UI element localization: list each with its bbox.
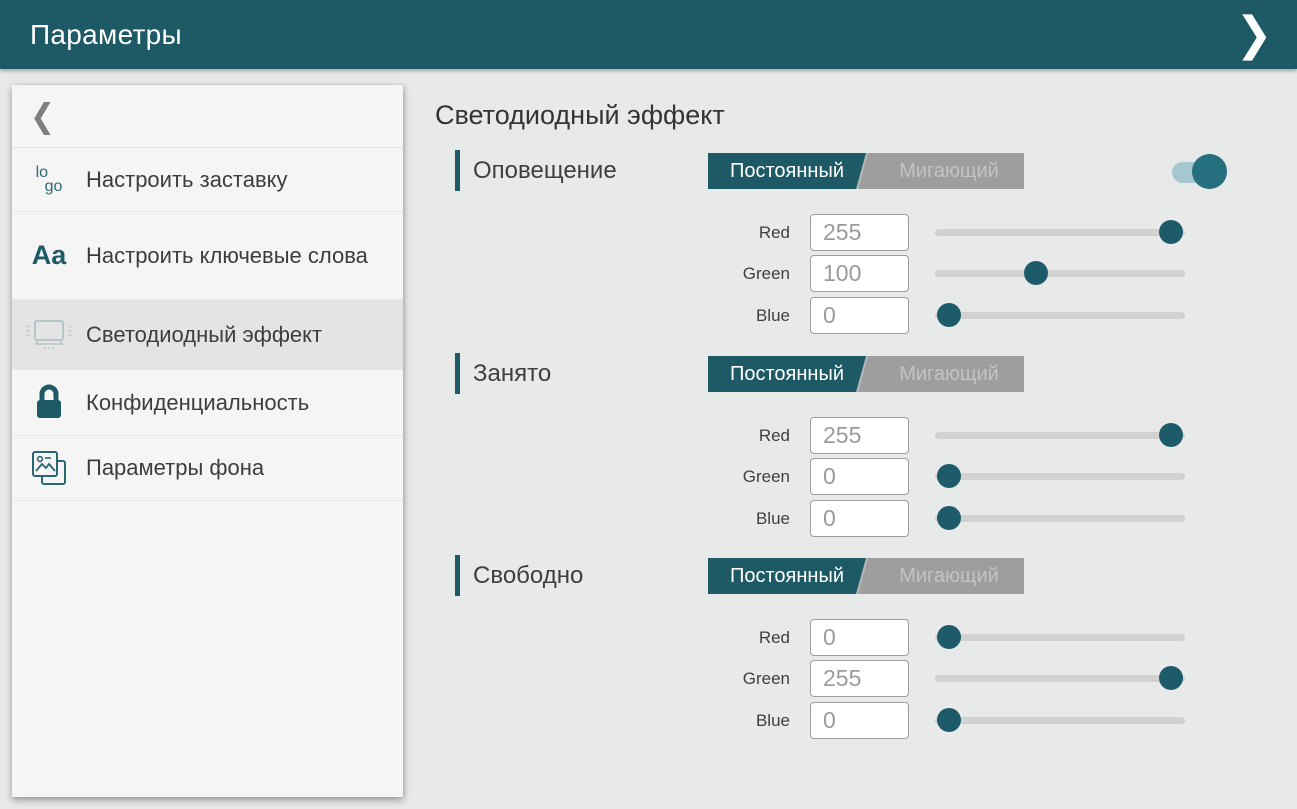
slider-thumb[interactable] (937, 506, 961, 530)
red-label: Red (670, 214, 790, 251)
keywords-aa-icon: Aa (12, 240, 86, 271)
sidebar-collapse-row[interactable]: ❮ (12, 85, 403, 148)
content-title: Светодиодный эффект (435, 100, 725, 131)
slider-track (935, 717, 1185, 724)
slider-track (935, 312, 1185, 319)
green-row: Green (435, 660, 1235, 697)
slider-thumb[interactable] (937, 303, 961, 327)
section-label: Оповещение (473, 152, 617, 189)
mode-toggle: Постоянный Мигающий (708, 153, 1024, 189)
section-label: Свободно (473, 557, 583, 594)
slider-thumb[interactable] (1159, 220, 1183, 244)
forward-chevron-icon[interactable]: ❯ (1229, 0, 1279, 71)
led-monitor-icon (12, 315, 86, 355)
switch-knob (1192, 154, 1227, 189)
blue-input[interactable] (810, 500, 909, 537)
background-images-icon (12, 448, 86, 488)
red-label: Red (670, 619, 790, 656)
sidebar-item-label: Параметры фона (86, 455, 381, 481)
green-row: Green (435, 458, 1235, 495)
slider-track (935, 432, 1185, 439)
blue-row: Blue (435, 702, 1235, 739)
sidebar-item-label: Настроить заставку (86, 167, 381, 193)
sidebar-item-screensaver[interactable]: lo go Настроить заставку (12, 148, 403, 212)
green-slider[interactable] (935, 255, 1185, 292)
sidebar-item-led-effect[interactable]: Светодиодный эффект (12, 300, 403, 370)
toggle-option-constant[interactable]: Постоянный (708, 356, 866, 392)
section-label: Занято (473, 355, 551, 392)
slider-thumb[interactable] (1024, 261, 1048, 285)
red-input[interactable] (810, 619, 909, 656)
slider-track (935, 473, 1185, 480)
page-title: Параметры (30, 19, 182, 51)
section-accent-bar (455, 150, 460, 191)
red-row: Red (435, 214, 1235, 251)
red-row: Red (435, 417, 1235, 454)
enable-switch[interactable] (1170, 154, 1226, 190)
blue-slider[interactable] (935, 702, 1185, 739)
green-label: Green (670, 660, 790, 697)
green-input[interactable] (810, 458, 909, 495)
settings-sidebar: ❮ lo go Настроить заставку Aa Настроить … (12, 85, 403, 797)
lock-icon (12, 383, 86, 423)
red-slider[interactable] (935, 417, 1185, 454)
toggle-option-constant[interactable]: Постоянный (708, 153, 866, 189)
green-input[interactable] (810, 660, 909, 697)
logo-icon: lo go (12, 166, 86, 194)
logo-icon-line2: go (45, 180, 63, 194)
section-accent-bar (455, 555, 460, 596)
green-slider[interactable] (935, 660, 1185, 697)
slider-track (935, 515, 1185, 522)
blue-row: Blue (435, 500, 1235, 537)
slider-track (935, 229, 1185, 236)
sidebar-item-label: Светодиодный эффект (86, 322, 381, 348)
blue-label: Blue (670, 702, 790, 739)
section-accent-bar (455, 353, 460, 394)
toggle-option-constant[interactable]: Постоянный (708, 558, 866, 594)
toggle-option-blinking[interactable]: Мигающий (874, 356, 1024, 392)
slider-thumb[interactable] (1159, 666, 1183, 690)
sidebar-item-keywords[interactable]: Aa Настроить ключевые слова (12, 212, 403, 300)
red-input[interactable] (810, 214, 909, 251)
red-input[interactable] (810, 417, 909, 454)
blue-row: Blue (435, 297, 1235, 334)
blue-label: Blue (670, 500, 790, 537)
mode-toggle: Постоянный Мигающий (708, 356, 1024, 392)
red-slider[interactable] (935, 214, 1185, 251)
green-row: Green (435, 255, 1235, 292)
slider-thumb[interactable] (1159, 423, 1183, 447)
toggle-option-blinking[interactable]: Мигающий (874, 153, 1024, 189)
red-row: Red (435, 619, 1235, 656)
main-content: Светодиодный эффект Оповещение Постоянны… (435, 69, 1297, 809)
sidebar-item-privacy[interactable]: Конфиденциальность (12, 370, 403, 436)
back-chevron-icon: ❮ (30, 97, 55, 136)
red-label: Red (670, 417, 790, 454)
blue-input[interactable] (810, 297, 909, 334)
blue-input[interactable] (810, 702, 909, 739)
section-notification: Оповещение Постоянный Мигающий Red Green (435, 152, 1235, 347)
slider-thumb[interactable] (937, 464, 961, 488)
sidebar-item-label: Настроить ключевые слова (86, 243, 381, 269)
blue-label: Blue (670, 297, 790, 334)
aa-icon-text: Aa (32, 240, 67, 271)
green-label: Green (670, 255, 790, 292)
green-slider[interactable] (935, 458, 1185, 495)
slider-track (935, 675, 1185, 682)
slider-thumb[interactable] (937, 708, 961, 732)
green-input[interactable] (810, 255, 909, 292)
slider-track (935, 634, 1185, 641)
red-slider[interactable] (935, 619, 1185, 656)
toggle-option-blinking[interactable]: Мигающий (874, 558, 1024, 594)
section-busy: Занято Постоянный Мигающий Red Green Blu… (435, 355, 1235, 550)
slider-track (935, 270, 1185, 277)
sidebar-item-label: Конфиденциальность (86, 390, 381, 416)
mode-toggle: Постоянный Мигающий (708, 558, 1024, 594)
green-label: Green (670, 458, 790, 495)
sidebar-item-background[interactable]: Параметры фона (12, 436, 403, 501)
blue-slider[interactable] (935, 297, 1185, 334)
slider-thumb[interactable] (937, 625, 961, 649)
app-header: Параметры ❯ (0, 0, 1297, 69)
blue-slider[interactable] (935, 500, 1185, 537)
section-free: Свободно Постоянный Мигающий Red Green B… (435, 557, 1235, 752)
